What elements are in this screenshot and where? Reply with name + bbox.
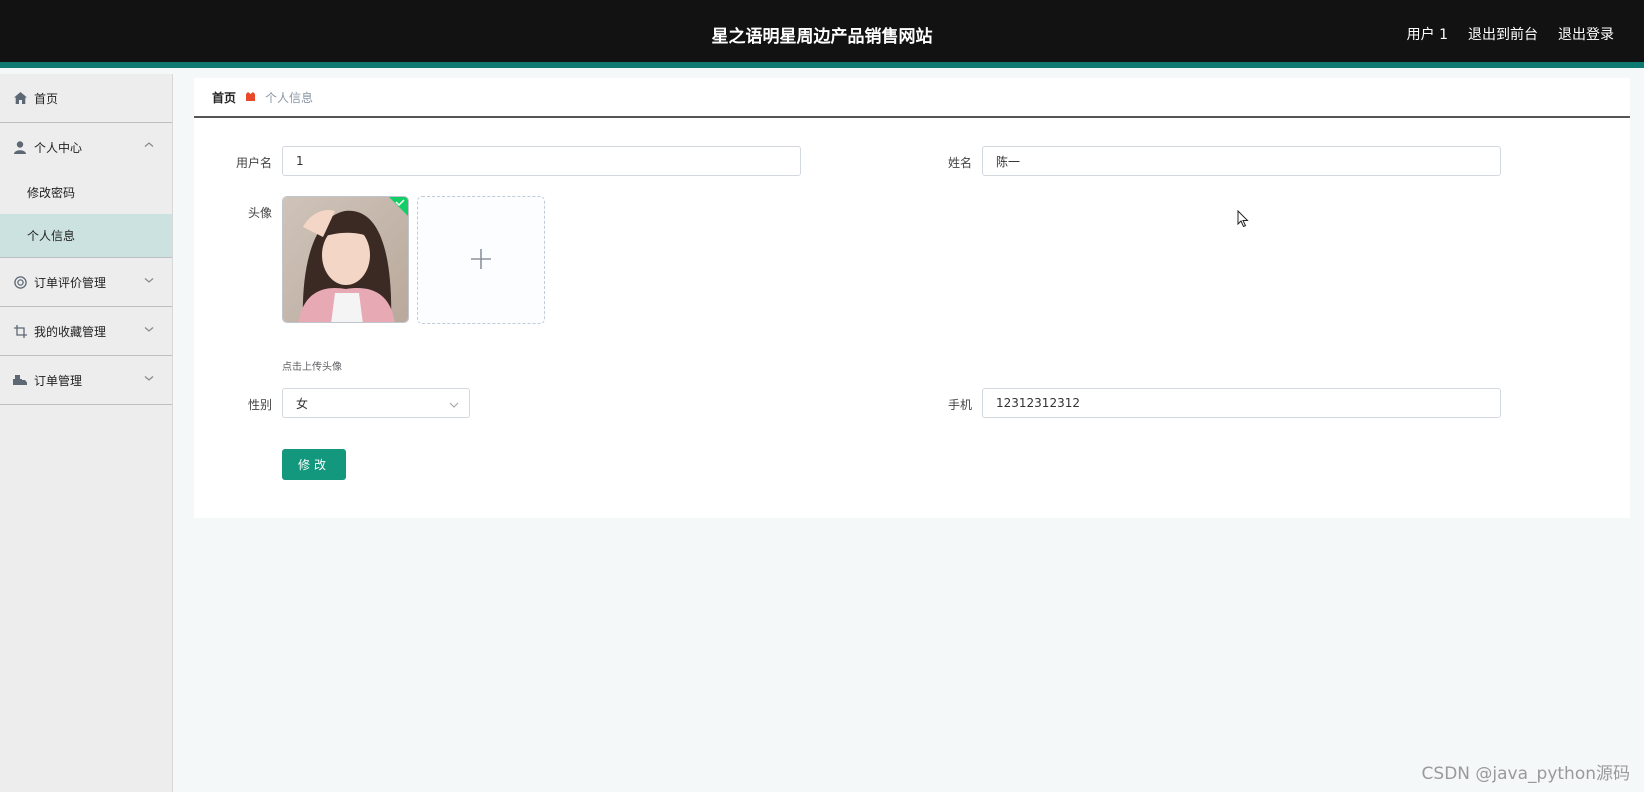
username-label: 用户名 (235, 156, 272, 170)
chevron-down-icon (449, 399, 459, 413)
name-field[interactable]: 陈一 (982, 146, 1501, 176)
sidebar-item-label: 订单评价管理 (34, 275, 107, 290)
sidebar-item-home[interactable]: 首页 (0, 74, 172, 123)
avatar-upload-button[interactable] (417, 196, 545, 324)
phone-field[interactable]: 12312312312 (982, 388, 1501, 418)
breadcrumb-home[interactable]: 首页 (212, 89, 236, 106)
user-icon (13, 140, 27, 154)
upload-tip: 点击上传头像 (282, 362, 342, 373)
chevron-down-icon (144, 274, 154, 288)
top-bar: 星之语明星周边产品销售网站 用户 1 退出到前台 退出登录 (0, 0, 1644, 68)
name-label: 姓名 (947, 156, 972, 170)
personal-center-submenu: 修改密码 个人信息 (0, 171, 172, 258)
chevron-down-icon (144, 372, 154, 386)
sidebar-item-label: 个人中心 (34, 140, 83, 155)
lifebuoy-icon (13, 275, 27, 289)
chevron-up-icon (144, 139, 154, 153)
logout-link[interactable]: 退出登录 (1558, 24, 1614, 44)
sidebar-item-personal-info[interactable]: 个人信息 (0, 214, 172, 257)
mouse-cursor-icon (1237, 209, 1249, 231)
current-user-label[interactable]: 用户 1 (1407, 24, 1448, 44)
site-title: 星之语明星周边产品销售网站 (711, 27, 933, 47)
gender-label: 性别 (247, 398, 272, 412)
crop-icon (13, 324, 27, 338)
avatar-label: 头像 (247, 206, 272, 220)
plus-icon (470, 248, 492, 273)
sidebar-item-favorites[interactable]: 我的收藏管理 (0, 307, 172, 356)
home-icon (13, 91, 27, 105)
top-right-links: 用户 1 退出到前台 退出登录 (1407, 24, 1614, 44)
submit-button[interactable]: 修改 (282, 449, 346, 480)
breadcrumb-current: 个人信息 (265, 90, 314, 105)
sidebar-item-label: 我的收藏管理 (34, 324, 107, 339)
heart-icon (245, 92, 256, 102)
watermark: CSDN @java_python源码 (1421, 764, 1630, 784)
avatar-photo (283, 197, 408, 322)
sidebar-item-label: 订单管理 (34, 373, 83, 388)
sidebar: 首页 个人中心 修改密码 个人信息 订单评价管理 我的收藏管理 订单管理 (0, 74, 173, 792)
username-field[interactable]: 1 (282, 146, 801, 176)
sidebar-item-label: 首页 (34, 91, 59, 106)
sidebar-item-personal-center[interactable]: 个人中心 (0, 123, 172, 171)
gender-select[interactable]: 女 (282, 388, 470, 418)
main-content: 首页 个人信息 用户名 1 姓名 陈一 头像 点击上传头像 性别 女 手机 12… (194, 78, 1630, 518)
chevron-down-icon (144, 323, 154, 337)
truck-icon (13, 373, 27, 387)
avatar-image[interactable] (282, 196, 409, 323)
sidebar-item-order-review[interactable]: 订单评价管理 (0, 258, 172, 307)
sidebar-item-change-password[interactable]: 修改密码 (0, 171, 172, 214)
phone-label: 手机 (947, 398, 972, 412)
back-to-front-link[interactable]: 退出到前台 (1468, 24, 1538, 44)
gender-selected-value: 女 (296, 396, 309, 411)
sidebar-item-orders[interactable]: 订单管理 (0, 356, 172, 405)
breadcrumb: 首页 个人信息 (194, 78, 1630, 118)
